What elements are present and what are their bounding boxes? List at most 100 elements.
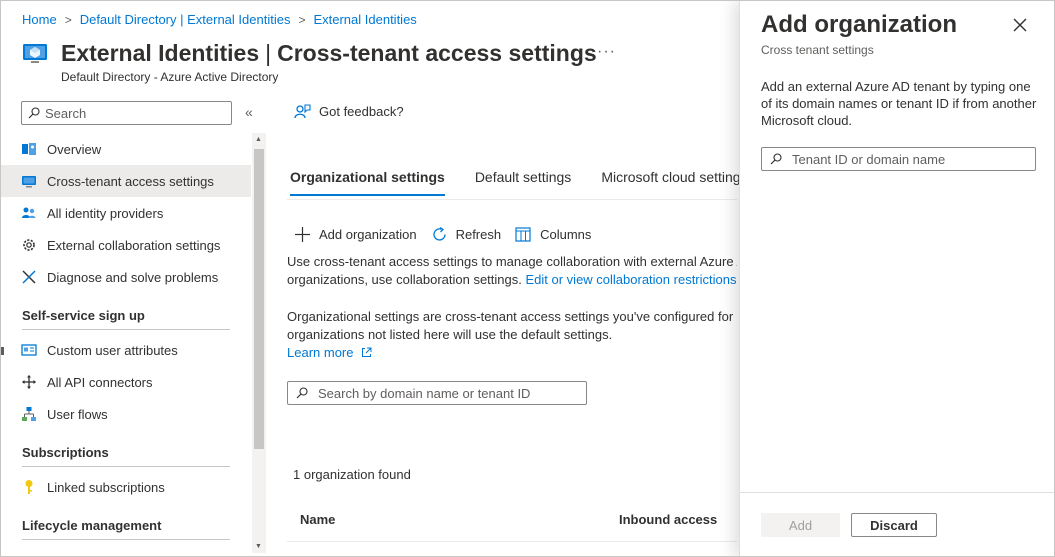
globe-network-icon xyxy=(21,173,37,189)
sidebar-item-linked-subscriptions[interactable]: Linked subscriptions xyxy=(1,471,251,503)
sidebar-item-diagnose[interactable]: Diagnose and solve problems xyxy=(1,261,251,293)
add-organization-button[interactable]: Add organization xyxy=(294,226,417,243)
table-header-divider xyxy=(287,541,737,542)
description-text: organizations, use collaboration setting… xyxy=(287,272,522,287)
refresh-icon xyxy=(432,226,446,241)
sidebar-item-label: Diagnose and solve problems xyxy=(47,269,219,285)
organization-search xyxy=(287,381,587,405)
flow-icon xyxy=(21,406,37,422)
sidebar-item-label: External collaboration settings xyxy=(47,237,221,253)
external-link-icon xyxy=(362,347,372,357)
sidebar-section-lifecycle: Lifecycle management xyxy=(22,518,162,533)
breadcrumb-directory-link[interactable]: Default Directory | External Identities xyxy=(80,12,291,27)
scrollbar-thumb[interactable] xyxy=(254,149,264,449)
columns-button[interactable]: Columns xyxy=(515,226,591,243)
tab-microsoft-cloud-settings[interactable]: Microsoft cloud settings xyxy=(601,169,747,196)
page-header: External Identities | Cross-tenant access … xyxy=(21,39,597,67)
users-icon xyxy=(21,205,37,221)
tab-list: Organizational settings Default settings… xyxy=(290,169,778,196)
column-header-inbound-access[interactable]: Inbound access xyxy=(619,512,717,527)
add-organization-panel: Add organization Cross tenant settings A… xyxy=(739,1,1054,556)
tab-default-settings[interactable]: Default settings xyxy=(475,169,572,196)
refresh-label: Refresh xyxy=(455,227,502,242)
scroll-up-icon[interactable]: ▲ xyxy=(255,136,262,143)
external-identities-icon xyxy=(23,44,47,63)
breadcrumb-separator: > xyxy=(64,12,72,27)
description-text: Organizational settings are cross-tenant… xyxy=(287,309,737,324)
panel-footer-divider xyxy=(740,492,1054,493)
description-paragraph-2: Organizational settings are cross-tenant… xyxy=(287,308,737,362)
sidebar-nav: Overview Cross-tenant access settings Al… xyxy=(1,133,251,544)
refresh-button[interactable]: Refresh xyxy=(431,226,502,243)
command-bar: Add organization Refresh Columns xyxy=(294,226,605,243)
learn-more-label: Learn more xyxy=(287,345,354,360)
gear-icon xyxy=(21,237,37,253)
app-window: Home > Default Directory | External Iden… xyxy=(0,0,1055,557)
sidebar-divider xyxy=(22,329,230,330)
learn-more-link[interactable]: Learn more xyxy=(287,345,372,360)
feedback-label: Got feedback? xyxy=(319,104,404,119)
panel-title: Add organization xyxy=(761,11,957,38)
sidebar-item-identity-providers[interactable]: All identity providers xyxy=(1,197,251,229)
close-icon[interactable] xyxy=(1012,17,1028,33)
sidebar-item-cross-tenant-access[interactable]: Cross-tenant access settings xyxy=(1,165,251,197)
description-paragraph-1: Use cross-tenant access settings to mana… xyxy=(287,253,737,289)
sidebar-item-api-connectors[interactable]: All API connectors xyxy=(1,366,251,398)
sidebar-search-input[interactable] xyxy=(45,105,215,121)
learn-more-row: Learn more xyxy=(287,344,737,362)
tab-underline xyxy=(287,199,737,200)
breadcrumb-external-identities-link[interactable]: External Identities xyxy=(313,12,416,27)
search-icon xyxy=(28,107,40,119)
sidebar-item-label: Overview xyxy=(47,141,102,157)
page-title-divider: | xyxy=(265,39,272,66)
columns-icon xyxy=(515,227,531,242)
page-title: External Identities | Cross-tenant access … xyxy=(61,40,597,67)
move-arrows-icon xyxy=(21,374,37,390)
panel-subtitle: Cross tenant settings xyxy=(761,43,874,57)
tab-organizational-settings[interactable]: Organizational settings xyxy=(290,169,445,196)
search-icon xyxy=(770,153,782,165)
sidebar-item-user-flows[interactable]: User flows xyxy=(1,398,251,430)
sidebar-item-label: User flows xyxy=(47,406,108,422)
tenant-id-input[interactable] xyxy=(792,151,1022,167)
sidebar-section-self-service: Self-service sign up xyxy=(22,308,145,323)
sidebar-item-label: All identity providers xyxy=(47,205,164,221)
discard-button[interactable]: Discard xyxy=(851,513,937,537)
sidebar-section-subscriptions: Subscriptions xyxy=(22,445,109,460)
plus-icon xyxy=(295,227,310,242)
sidebar-item-label: All API connectors xyxy=(47,374,153,390)
breadcrumb-separator: > xyxy=(298,12,306,27)
collapse-sidebar-button[interactable]: « xyxy=(245,104,253,120)
column-header-name[interactable]: Name xyxy=(300,512,335,527)
columns-label: Columns xyxy=(540,227,592,242)
description-text: organizations not listed here will use t… xyxy=(287,327,613,342)
sidebar-scrollbar[interactable]: ▲ ▼ xyxy=(252,133,266,553)
description-text: Use cross-tenant access settings to mana… xyxy=(287,254,737,269)
sidebar-divider xyxy=(22,539,230,540)
breadcrumb-home-link[interactable]: Home xyxy=(22,12,57,27)
wrench-icon xyxy=(21,269,37,285)
sidebar-item-external-collaboration[interactable]: External collaboration settings xyxy=(1,229,251,261)
add-organization-label: Add organization xyxy=(319,227,417,242)
search-icon xyxy=(296,387,308,399)
page-title-section: Cross-tenant access settings xyxy=(277,39,597,66)
sidebar-item-label: Linked subscriptions xyxy=(47,479,165,495)
more-options-button[interactable]: ··· xyxy=(597,43,616,61)
page-subtitle: Default Directory - Azure Active Directo… xyxy=(61,70,279,84)
id-card-icon xyxy=(21,342,37,358)
sidebar-divider xyxy=(22,466,230,467)
sidebar-item-custom-attributes[interactable]: Custom user attributes xyxy=(1,334,251,366)
description-text-line2: organizations, use collaboration setting… xyxy=(287,271,737,289)
feedback-button[interactable]: Got feedback? xyxy=(294,103,404,120)
feedback-icon xyxy=(294,104,311,119)
sidebar-item-label: Custom user attributes xyxy=(47,342,178,358)
page-title-main: External Identities xyxy=(61,39,260,66)
add-button[interactable]: Add xyxy=(761,513,840,537)
sidebar-item-overview[interactable]: Overview xyxy=(1,133,251,165)
result-count: 1 organization found xyxy=(293,467,411,482)
scroll-down-icon[interactable]: ▼ xyxy=(255,543,262,550)
sidebar-search xyxy=(21,101,232,125)
organization-search-input[interactable] xyxy=(318,385,578,401)
overview-icon xyxy=(21,141,37,157)
edit-collaboration-restrictions-link[interactable]: Edit or view collaboration restrictions xyxy=(526,272,737,287)
